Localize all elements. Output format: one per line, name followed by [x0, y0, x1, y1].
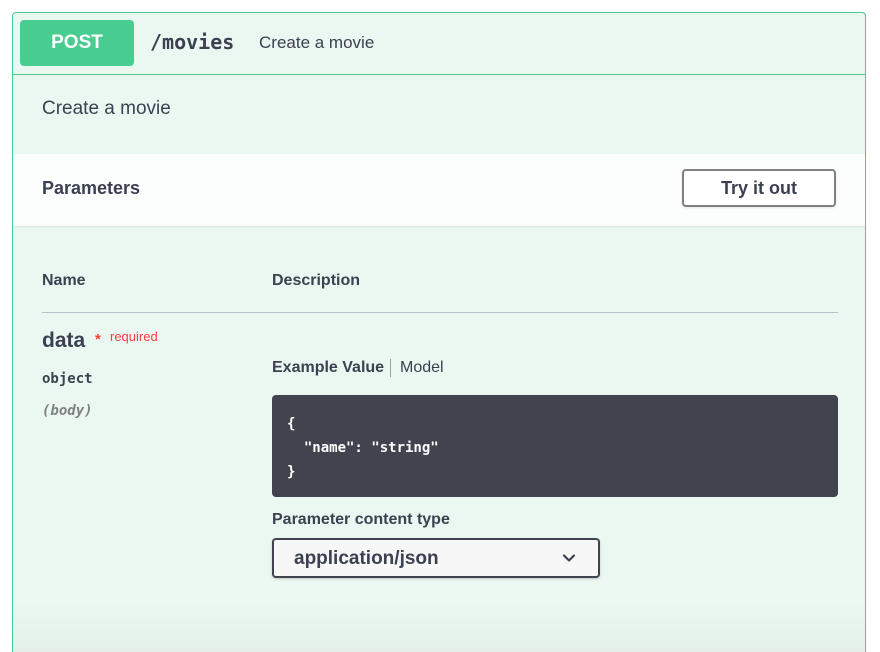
tab-example-value[interactable]: Example Value	[272, 359, 392, 377]
bottom-fade	[13, 603, 865, 652]
parameter-location: (body)	[42, 403, 93, 419]
code-line: "name": "string"	[287, 440, 439, 456]
parameters-title: Parameters	[42, 178, 141, 198]
http-method-badge[interactable]: POST	[20, 20, 134, 66]
required-star-icon: *	[95, 331, 101, 348]
operation-summary-text: Create a movie	[259, 33, 375, 52]
tab-model[interactable]: Model	[400, 359, 444, 377]
parameters-section-header: Parameters Try it out	[13, 154, 865, 226]
table-header-divider	[42, 312, 838, 313]
try-it-out-button[interactable]: Try it out	[682, 169, 836, 207]
content-type-selected-value: application/json	[294, 548, 439, 569]
code-line: }	[287, 464, 296, 480]
chevron-down-icon	[562, 554, 576, 562]
parameter-name: data	[42, 329, 86, 352]
operation-description: Create a movie	[42, 98, 171, 119]
column-header-name: Name	[42, 272, 86, 289]
operation-summary[interactable]: POST /movies Create a movie	[13, 13, 865, 75]
parameter-type: object	[42, 371, 93, 387]
operation-block-post-movies: POST /movies Create a movie Create a mov…	[12, 12, 866, 652]
required-label: required	[110, 329, 158, 344]
column-header-description: Description	[272, 272, 361, 289]
content-type-label: Parameter content type	[272, 511, 450, 528]
operation-path: /movies	[150, 30, 235, 54]
content-type-select[interactable]: application/json	[272, 538, 600, 578]
code-line: {	[287, 416, 296, 432]
example-value-code: { "name": "string" }	[272, 395, 838, 497]
